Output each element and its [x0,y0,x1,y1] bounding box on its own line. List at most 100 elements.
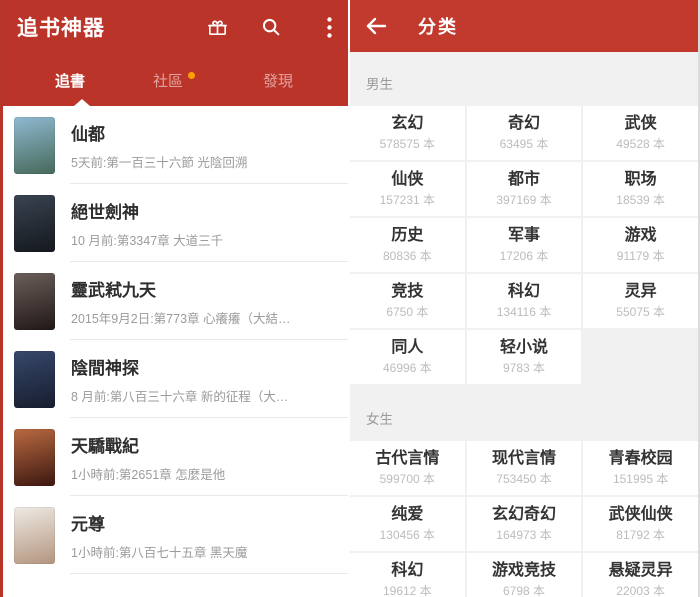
category-cell[interactable]: 灵异 55075 本 [583,274,698,328]
category-grid: 古代言情 599700 本 现代言情 753450 本 青春校园 151995 … [350,441,698,597]
category-name: 科幻 [391,563,423,579]
app-bar: 追书神器 [0,0,348,106]
category-cell[interactable]: 游戏 91179 本 [583,218,698,272]
book-update-info: 2015年9月2日:第773章 心癢癢（大結… [71,308,338,327]
category-cell[interactable]: 古代言情 599700 本 [350,441,465,495]
app-screenshot: 追书神器 [0,0,700,597]
overflow-menu-icon[interactable] [298,7,332,47]
book-title: 陰間神探 [71,354,338,379]
category-name: 纯爱 [391,507,423,523]
category-cell[interactable]: 武侠仙侠 81792 本 [583,497,698,551]
gift-icon[interactable] [190,7,244,47]
category-cell[interactable]: 历史 80836 本 [350,218,465,272]
category-name: 古代言情 [375,451,439,467]
category-count: 151995 本 [613,473,668,485]
category-cell[interactable]: 纯爱 130456 本 [350,497,465,551]
category-cell[interactable]: 青春校园 151995 本 [583,441,698,495]
category-count: 9783 本 [503,362,545,374]
book-title: 元尊 [71,510,338,535]
category-cell[interactable]: 武侠 49528 本 [583,106,698,160]
category-count: 46996 本 [383,362,432,374]
category-cell[interactable]: 玄幻 578575 本 [350,106,465,160]
category-name: 同人 [391,340,423,356]
category-name: 青春校园 [609,451,673,467]
category-count: 6750 本 [386,306,428,318]
book-list-item[interactable]: 仙都 5天前:第一百三十六節 光陰回溯 [0,106,348,184]
category-cell[interactable]: 军事 17206 本 [467,218,582,272]
category-name: 仙侠 [391,172,423,188]
tab-community[interactable]: 社區 [122,70,226,91]
category-name: 职场 [625,172,657,188]
section-label: 女生 [350,384,698,441]
category-cell[interactable]: 玄幻奇幻 164973 本 [467,497,582,551]
book-cover [14,429,55,486]
category-count: 130456 本 [380,529,435,541]
category-section: 男生 玄幻 578575 本 奇幻 63495 本 武侠 49528 本 仙侠 … [350,52,698,384]
back-arrow-icon[interactable] [364,6,404,46]
category-count: 91179 本 [617,250,665,262]
book-cover [14,117,55,174]
book-meta: 天驕戰紀 1小時前:第2651章 怎麼是他 [71,432,348,483]
tab-bar: 追書 社區 發現 [0,54,348,106]
category-cell[interactable]: 都市 397169 本 [467,162,582,216]
section-label: 男生 [350,52,698,106]
book-cover [14,351,55,408]
category-cell[interactable]: 职场 18539 本 [583,162,698,216]
category-name: 历史 [391,228,423,244]
category-cell[interactable]: 科幻 19612 本 [350,553,465,597]
category-name: 轻小说 [500,340,548,356]
page-title: 分类 [418,13,458,39]
book-update-info: 5天前:第一百三十六節 光陰回溯 [71,152,338,171]
book-cover [14,507,55,564]
category-count: 63495 本 [500,138,549,150]
book-update-info: 1小時前:第八百七十五章 黑天魔 [71,542,338,561]
book-list-item[interactable]: 元尊 1小時前:第八百七十五章 黑天魔 [0,496,348,574]
category-count: 134116 本 [497,306,552,318]
category-name: 现代言情 [492,451,556,467]
category-cell[interactable]: 游戏竞技 6798 本 [467,553,582,597]
category-count: 22003 本 [616,585,665,597]
book-update-info: 8 月前:第八百三十六章 新的征程（大… [71,386,338,405]
category-count: 599700 本 [380,473,435,485]
book-list-item[interactable]: 天驕戰紀 1小時前:第2651章 怎麼是他 [0,418,348,496]
search-icon[interactable] [244,7,298,47]
book-title: 仙都 [71,120,338,145]
book-update-info: 1小時前:第2651章 怎麼是他 [71,464,338,483]
category-cell[interactable]: 轻小说 9783 本 [467,330,582,384]
category-name: 竞技 [391,284,423,300]
category-count: 753450 本 [496,473,551,485]
category-name: 武侠 [625,116,657,132]
category-cell[interactable]: 仙侠 157231 本 [350,162,465,216]
category-sections: 男生 玄幻 578575 本 奇幻 63495 本 武侠 49528 本 仙侠 … [350,52,698,597]
tab-following[interactable]: 追書 [18,70,122,91]
category-cell[interactable]: 悬疑灵异 22003 本 [583,553,698,597]
book-title: 靈武弒九天 [71,276,338,301]
category-name: 科幻 [508,284,540,300]
category-name: 武侠仙侠 [609,507,673,523]
category-count: 6798 本 [503,585,545,597]
category-cell[interactable]: 奇幻 63495 本 [467,106,582,160]
tab-discover[interactable]: 發現 [226,70,330,91]
category-cell[interactable]: 同人 46996 本 [350,330,465,384]
screen-edge-artifact [0,0,3,597]
book-cover [14,195,55,252]
book-list-item[interactable]: 靈武弒九天 2015年9月2日:第773章 心癢癢（大結… [0,262,348,340]
book-meta: 元尊 1小時前:第八百七十五章 黑天魔 [71,510,348,561]
book-list-item[interactable]: 陰間神探 8 月前:第八百三十六章 新的征程（大… [0,340,348,418]
category-grid: 玄幻 578575 本 奇幻 63495 本 武侠 49528 本 仙侠 157… [350,106,698,384]
book-meta: 仙都 5天前:第一百三十六節 光陰回溯 [71,120,348,171]
book-list-item[interactable]: 絕世劍神 10 月前:第3347章 大道三千 [0,184,348,262]
category-cell[interactable]: 现代言情 753450 本 [467,441,582,495]
category-name: 都市 [508,172,540,188]
book-meta: 靈武弒九天 2015年9月2日:第773章 心癢癢（大結… [71,276,348,327]
app-title: 追书神器 [17,12,105,42]
category-cell[interactable]: 科幻 134116 本 [467,274,582,328]
category-cell[interactable]: 竞技 6750 本 [350,274,465,328]
book-meta: 陰間神探 8 月前:第八百三十六章 新的征程（大… [71,354,348,405]
category-name: 奇幻 [508,116,540,132]
category-count: 55075 本 [616,306,665,318]
category-name: 游戏 [625,228,657,244]
book-title: 絕世劍神 [71,198,338,223]
book-meta: 絕世劍神 10 月前:第3347章 大道三千 [71,198,348,249]
category-screen: 分类 男生 玄幻 578575 本 奇幻 63495 本 武侠 49528 本 … [350,0,698,597]
